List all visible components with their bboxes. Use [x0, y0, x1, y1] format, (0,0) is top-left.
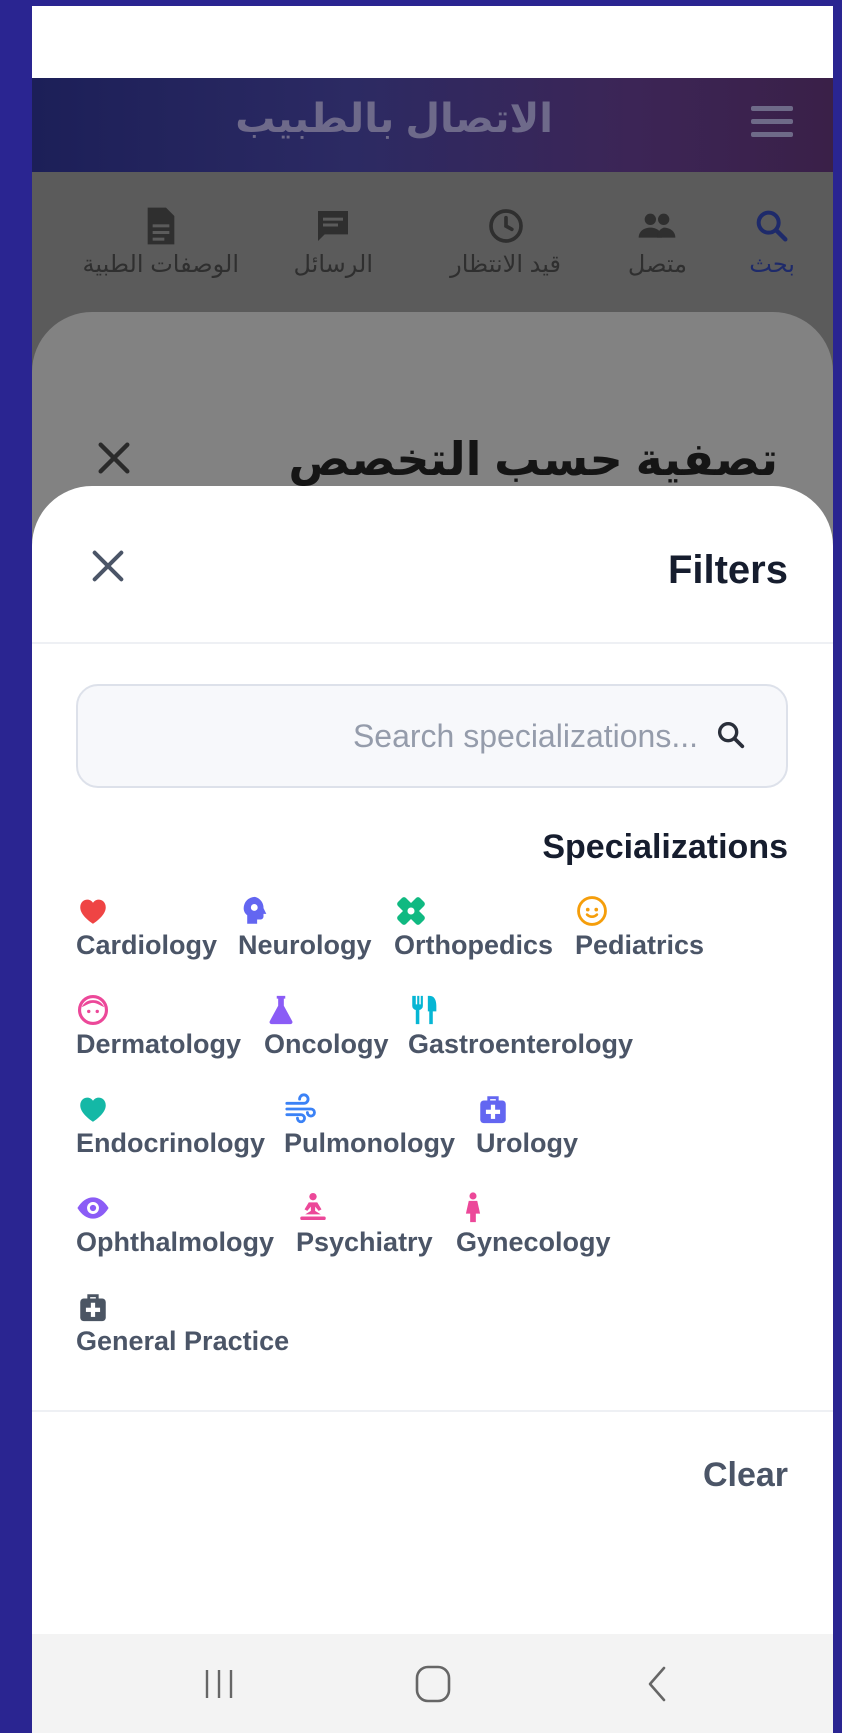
- close-icon[interactable]: [94, 438, 134, 478]
- search-box: [76, 684, 788, 788]
- chip-label: General Practice: [76, 1326, 290, 1356]
- recent-apps-icon[interactable]: [194, 1664, 244, 1704]
- menu-icon[interactable]: [751, 106, 793, 140]
- chip-neurology[interactable]: Neurology: [238, 894, 372, 961]
- chip-label: Pediatrics: [575, 930, 705, 960]
- search-icon: [756, 210, 788, 242]
- female-icon: [465, 1192, 481, 1223]
- tab-label: بحث: [749, 251, 795, 278]
- tab-label: الرسائل: [293, 251, 374, 278]
- eye-icon: [77, 1197, 109, 1219]
- tab-label: متصل: [627, 251, 687, 278]
- tab-label: الوصفات الطبية: [82, 251, 240, 278]
- brain-icon: [243, 896, 267, 924]
- wind-icon: [285, 1093, 316, 1124]
- app-title: الاتصال بالطبيب: [235, 97, 553, 141]
- chip-oncology[interactable]: Oncology: [264, 993, 389, 1060]
- filters-title: Filters: [667, 548, 788, 592]
- tab-pending[interactable]: قيد الانتظار: [450, 206, 561, 279]
- tab-messages[interactable]: الرسائل: [293, 206, 374, 279]
- chip-label: Pulmonology: [284, 1128, 455, 1158]
- specialty-filter-title: تصفية حسب التخصص: [288, 433, 778, 485]
- medkit-icon: [80, 1294, 106, 1322]
- chip-label: Orthopedics: [394, 930, 554, 960]
- meditation-icon: [300, 1192, 326, 1221]
- message-icon: [318, 211, 349, 241]
- clear-button[interactable]: Clear: [703, 1456, 788, 1495]
- chip-label: Oncology: [264, 1029, 389, 1059]
- chip-urology[interactable]: Urology: [476, 1092, 578, 1159]
- chip-ophthalmology[interactable]: Ophthalmology: [76, 1191, 274, 1258]
- search-icon[interactable]: [714, 718, 748, 752]
- chip-psychiatry[interactable]: Psychiatry: [296, 1191, 433, 1258]
- chip-dermatology[interactable]: Dermatology: [76, 993, 241, 1060]
- chip-cardiology[interactable]: Cardiology: [76, 894, 217, 961]
- chip-label: Urology: [476, 1128, 579, 1158]
- chip-label: Cardiology: [76, 930, 218, 960]
- tab-search[interactable]: بحث: [749, 206, 795, 279]
- chip-label: Dermatology: [76, 1029, 242, 1059]
- chip-gynecology[interactable]: Gynecology: [456, 1191, 611, 1258]
- heart-icon: [80, 1097, 106, 1122]
- footer-divider: [32, 1410, 833, 1412]
- chip-label: Endocrinology: [76, 1128, 265, 1158]
- heart-icon: [80, 899, 106, 924]
- chip-general-practice[interactable]: General Practice: [76, 1290, 289, 1357]
- face-icon: [77, 994, 109, 1026]
- filters-sheet: Filters Specializations Cardiology Neuro…: [32, 486, 833, 1666]
- back-icon[interactable]: [632, 1664, 682, 1704]
- tab-label: قيد الانتظار: [450, 251, 561, 278]
- chip-label: Gynecology: [456, 1227, 611, 1257]
- chip-gastroenterology[interactable]: Gastroenterology: [408, 993, 633, 1060]
- home-icon[interactable]: [408, 1664, 458, 1704]
- app-bar: الاتصال بالطبيب: [32, 78, 833, 172]
- chip-orthopedics[interactable]: Orthopedics: [394, 894, 553, 961]
- chip-label: Gastroenterology: [408, 1029, 634, 1059]
- chip-endocrinology[interactable]: Endocrinology: [76, 1092, 265, 1159]
- chip-label: Ophthalmology: [76, 1227, 274, 1257]
- clock-icon: [488, 209, 523, 243]
- document-icon: [147, 207, 175, 245]
- chip-label: Psychiatry: [296, 1227, 433, 1257]
- specializations-title: Specializations: [542, 828, 788, 866]
- phone-screen: الاتصال بالطبيب بحث متصل قيد الانتظار ال…: [32, 6, 833, 1733]
- close-icon[interactable]: [88, 546, 128, 586]
- flask-icon: [269, 995, 293, 1025]
- system-nav-bar: [32, 1634, 833, 1733]
- tab-online[interactable]: متصل: [628, 206, 687, 279]
- chip-pulmonology[interactable]: Pulmonology: [284, 1092, 455, 1159]
- medkit-icon: [480, 1096, 506, 1124]
- baby-face-icon: [577, 896, 607, 926]
- utensils-icon: [412, 995, 437, 1025]
- chip-label: Neurology: [238, 930, 372, 960]
- bandage-icon: [397, 897, 425, 925]
- filters-header: Filters: [32, 486, 833, 644]
- chip-pediatrics[interactable]: Pediatrics: [575, 894, 704, 961]
- search-input[interactable]: [98, 686, 698, 786]
- status-bar: [32, 6, 833, 78]
- people-icon: [639, 213, 676, 238]
- tab-prescriptions[interactable]: الوصفات الطبية: [82, 206, 240, 279]
